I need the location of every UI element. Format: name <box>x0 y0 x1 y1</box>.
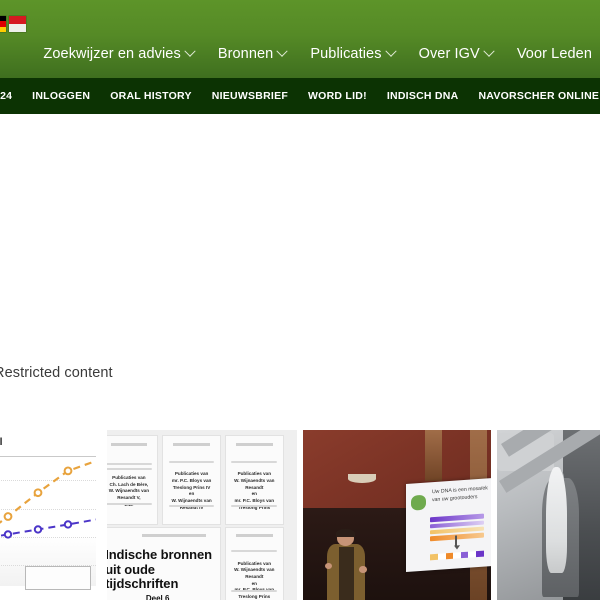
utility-item-navorscher-online[interactable]: NAVORSCHER ONLINE <box>468 90 600 102</box>
utility-navigation-bar: 2024 INLOGGEN ORAL HISTORY NIEUWSBRIEF W… <box>0 78 600 115</box>
presentation-screen: Uw DNA is een mosaïek van uw grootouders <box>406 477 491 573</box>
nav-item-voor-leden[interactable]: Voor Leden <box>505 44 600 64</box>
dna-mosaic-strip <box>430 551 485 561</box>
chart-thumbnail: … versus digitaal <box>0 430 100 600</box>
book-cover: Publicaties van W. Wijnaendts van Resandt… <box>224 526 284 600</box>
book-caption: Publicaties van W. Wijnaendts van Resandt… <box>234 560 275 599</box>
chevron-down-icon <box>384 45 397 57</box>
nav-label: Zoekwijzer en advies <box>43 46 181 62</box>
book-cover: Publicaties van W. Wijnaendts van Resandt… <box>224 435 284 526</box>
utility-item-oral-history[interactable]: ORAL HISTORY <box>100 90 202 102</box>
chevron-down-icon <box>184 45 196 57</box>
nav-label: Publicaties <box>310 46 382 62</box>
chart-title: … versus digitaal <box>0 436 3 448</box>
book-covers-thumbnail: Publicaties van Ch. Lach de Bère, W. Wijna… <box>107 430 297 600</box>
book-cover: Publicaties van Ch. Lach de Bère, W. Wijna… <box>107 435 159 526</box>
book-cover-feature: Indische bronnen uit oude tijdschriften … <box>107 526 222 600</box>
book-cover: Publicaties van mr. P.C. Bloys van Treslo… <box>162 435 222 526</box>
indonesian-flag-icon[interactable] <box>9 16 26 32</box>
nav-item-bronnen[interactable]: Bronnen <box>206 44 299 64</box>
ceiling-lamp <box>348 474 377 483</box>
card-archive-photo[interactable] <box>497 430 600 600</box>
utility-item-word-lid[interactable]: WORD LID! <box>298 90 377 102</box>
site-header: Zoekwijzer en advies Bronnen Publicaties… <box>0 0 600 78</box>
chart-plot-area <box>0 456 96 590</box>
feature-book-title: Indische bronnen uit oude tijdschriften <box>107 547 212 592</box>
nav-item-zoekwijzer-en-advies[interactable]: Zoekwijzer en advies <box>31 44 205 64</box>
language-flag-switcher[interactable] <box>0 16 26 32</box>
restricted-content-notice: Restricted content <box>0 365 113 381</box>
lecture-photo-thumbnail: Uw DNA is een mosaïek van uw grootouders <box>303 430 491 600</box>
nav-label: Over IGV <box>418 46 480 62</box>
german-flag-icon[interactable] <box>0 16 6 32</box>
page-root: Zoekwijzer en advies Bronnen Publicaties… <box>0 0 600 600</box>
feature-book-volume: Deel 6 <box>145 593 170 600</box>
utility-item-inloggen[interactable]: INLOGGEN <box>22 90 100 102</box>
card-publications[interactable]: Publicaties van Ch. Lach de Bère, W. Wijna… <box>107 430 297 600</box>
utility-item-nieuwsbrief[interactable]: NIEUWSBRIEF <box>202 90 298 102</box>
nav-label: Voor Leden <box>516 46 592 62</box>
card-chart[interactable]: … versus digitaal <box>0 430 100 600</box>
chevron-down-icon <box>483 45 495 57</box>
primary-navigation: Zoekwijzer en advies Bronnen Publicaties… <box>31 44 600 64</box>
card-row: … versus digitaal <box>0 430 600 600</box>
archive-photo-thumbnail <box>497 430 600 600</box>
slide-headline: Uw DNA is een mosaïek van uw grootouders <box>432 485 489 504</box>
utility-item-year[interactable]: 2024 <box>0 90 22 102</box>
utility-item-indisch-dna[interactable]: INDISCH DNA <box>377 90 469 102</box>
chevron-down-icon <box>276 45 289 57</box>
brain-icon <box>411 494 427 511</box>
nav-label: Bronnen <box>217 46 274 62</box>
nav-item-publicaties[interactable]: Publicaties <box>298 44 406 64</box>
chart-legend <box>25 566 91 590</box>
card-lecture-photo[interactable]: Uw DNA is een mosaïek van uw grootouders <box>303 430 491 600</box>
veil <box>546 467 568 573</box>
nav-item-over-igv[interactable]: Over IGV <box>407 44 505 64</box>
